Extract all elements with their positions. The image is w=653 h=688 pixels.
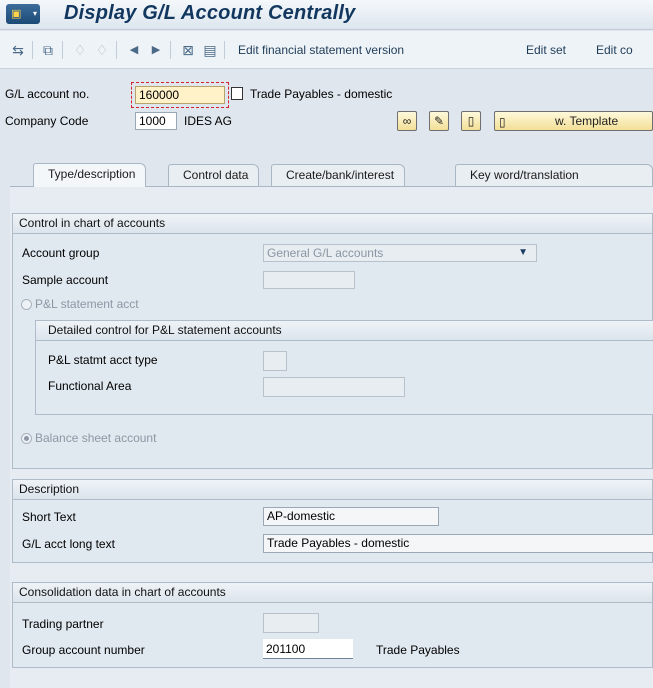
control-group: Control in chart of accounts Account gro… bbox=[12, 213, 653, 469]
next-icon[interactable]: ▶ bbox=[146, 40, 166, 60]
toolbar-separator bbox=[170, 41, 171, 59]
create-icon[interactable]: ▯ bbox=[461, 111, 481, 131]
copy-icon[interactable] bbox=[231, 87, 243, 100]
toolbar-separator bbox=[32, 41, 33, 59]
with-template-button[interactable]: ▯ w. Template bbox=[494, 111, 653, 131]
group-account-input[interactable]: 201100 bbox=[263, 639, 353, 659]
company-name: IDES AG bbox=[184, 114, 233, 128]
pencil-edit-icon[interactable]: ✎ bbox=[429, 111, 449, 131]
pl-statement-label: P&L statement acct bbox=[35, 297, 139, 311]
edit-set-button[interactable]: Edit set bbox=[526, 43, 566, 57]
application-toolbar: ⇆ ⧉ ♢ ♢ ◀ ▶ ⊠ ▤ Edit financial statement… bbox=[0, 31, 653, 69]
balance-sheet-radio[interactable] bbox=[21, 433, 32, 444]
short-text-input[interactable]: AP-domestic bbox=[263, 507, 439, 526]
sample-account-input[interactable] bbox=[263, 271, 355, 289]
trading-partner-input[interactable] bbox=[263, 613, 319, 633]
edit-cost-element-button[interactable]: Edit co bbox=[596, 43, 633, 57]
title-bar: ▣ ▾ Display G/L Account Centrally bbox=[0, 0, 653, 30]
pl-type-label: P&L statmt acct type bbox=[48, 353, 158, 367]
description-group-title: Description bbox=[13, 480, 652, 500]
balance-sheet-label: Balance sheet account bbox=[35, 431, 157, 445]
template-doc-icon: ▯ bbox=[499, 115, 506, 129]
short-text-label: Short Text bbox=[22, 510, 76, 524]
glasses-display-icon[interactable]: ∞ bbox=[397, 111, 417, 131]
pl-type-input[interactable] bbox=[263, 351, 287, 371]
consolidation-group: Consolidation data in chart of accounts … bbox=[12, 582, 653, 668]
description-group: Description Short Text AP-domestic G/L a… bbox=[12, 479, 653, 563]
long-text-label: G/L acct long text bbox=[22, 537, 115, 551]
tab-type-description[interactable]: Type/description bbox=[33, 163, 147, 187]
detail-control-title: Detailed control for P&L statement accou… bbox=[36, 321, 653, 341]
detail-control-group: Detailed control for P&L statement accou… bbox=[35, 320, 653, 415]
trading-partner-label: Trading partner bbox=[22, 617, 104, 631]
where-used-icon[interactable]: ♢ bbox=[92, 40, 112, 60]
pl-statement-radio[interactable] bbox=[21, 299, 32, 310]
gl-account-label: G/L account no. bbox=[5, 87, 90, 101]
tab-control-data[interactable]: Control data bbox=[168, 164, 260, 186]
group-account-description: Trade Payables bbox=[376, 643, 460, 657]
toolbar-separator bbox=[62, 41, 63, 59]
gl-account-input[interactable]: 160000 bbox=[135, 86, 225, 104]
tab-create-bank-interest[interactable]: Create/bank/interest bbox=[271, 164, 406, 186]
long-text-input[interactable]: Trade Payables - domestic bbox=[263, 534, 653, 553]
page-title: Display G/L Account Centrally bbox=[64, 2, 356, 24]
sample-account-label: Sample account bbox=[22, 273, 109, 287]
tab-key-word-translation[interactable]: Key word/translation bbox=[455, 164, 653, 186]
edit-fs-version-button[interactable]: Edit financial statement version bbox=[238, 43, 404, 57]
chevron-down-icon: ▼ bbox=[518, 247, 528, 258]
functional-area-label: Functional Area bbox=[48, 379, 132, 393]
previous-icon[interactable]: ◀ bbox=[124, 40, 144, 60]
toolbar-separator bbox=[224, 41, 225, 59]
system-menu-icon[interactable]: ▣ ▾ bbox=[6, 4, 40, 24]
document-icon[interactable]: ▤ bbox=[200, 40, 220, 60]
control-group-title: Control in chart of accounts bbox=[13, 214, 652, 234]
gl-account-description: Trade Payables - domestic bbox=[250, 87, 393, 101]
company-code-label: Company Code bbox=[5, 114, 89, 128]
other-object-icon[interactable]: ♢ bbox=[70, 40, 90, 60]
account-group-select[interactable]: General G/L accounts ▼ bbox=[263, 244, 537, 262]
hierarchy-icon[interactable]: ⧉ bbox=[38, 40, 58, 60]
consolidation-group-title: Consolidation data in chart of accounts bbox=[13, 583, 652, 603]
print-icon[interactable]: ⊠ bbox=[178, 40, 198, 60]
group-account-label: Group account number bbox=[22, 643, 145, 657]
company-code-input[interactable]: 1000 bbox=[135, 112, 177, 130]
toolbar-separator bbox=[116, 41, 117, 59]
switch-display-change-icon[interactable]: ⇆ bbox=[8, 40, 28, 60]
functional-area-input[interactable] bbox=[263, 377, 405, 397]
account-group-label: Account group bbox=[22, 246, 100, 260]
